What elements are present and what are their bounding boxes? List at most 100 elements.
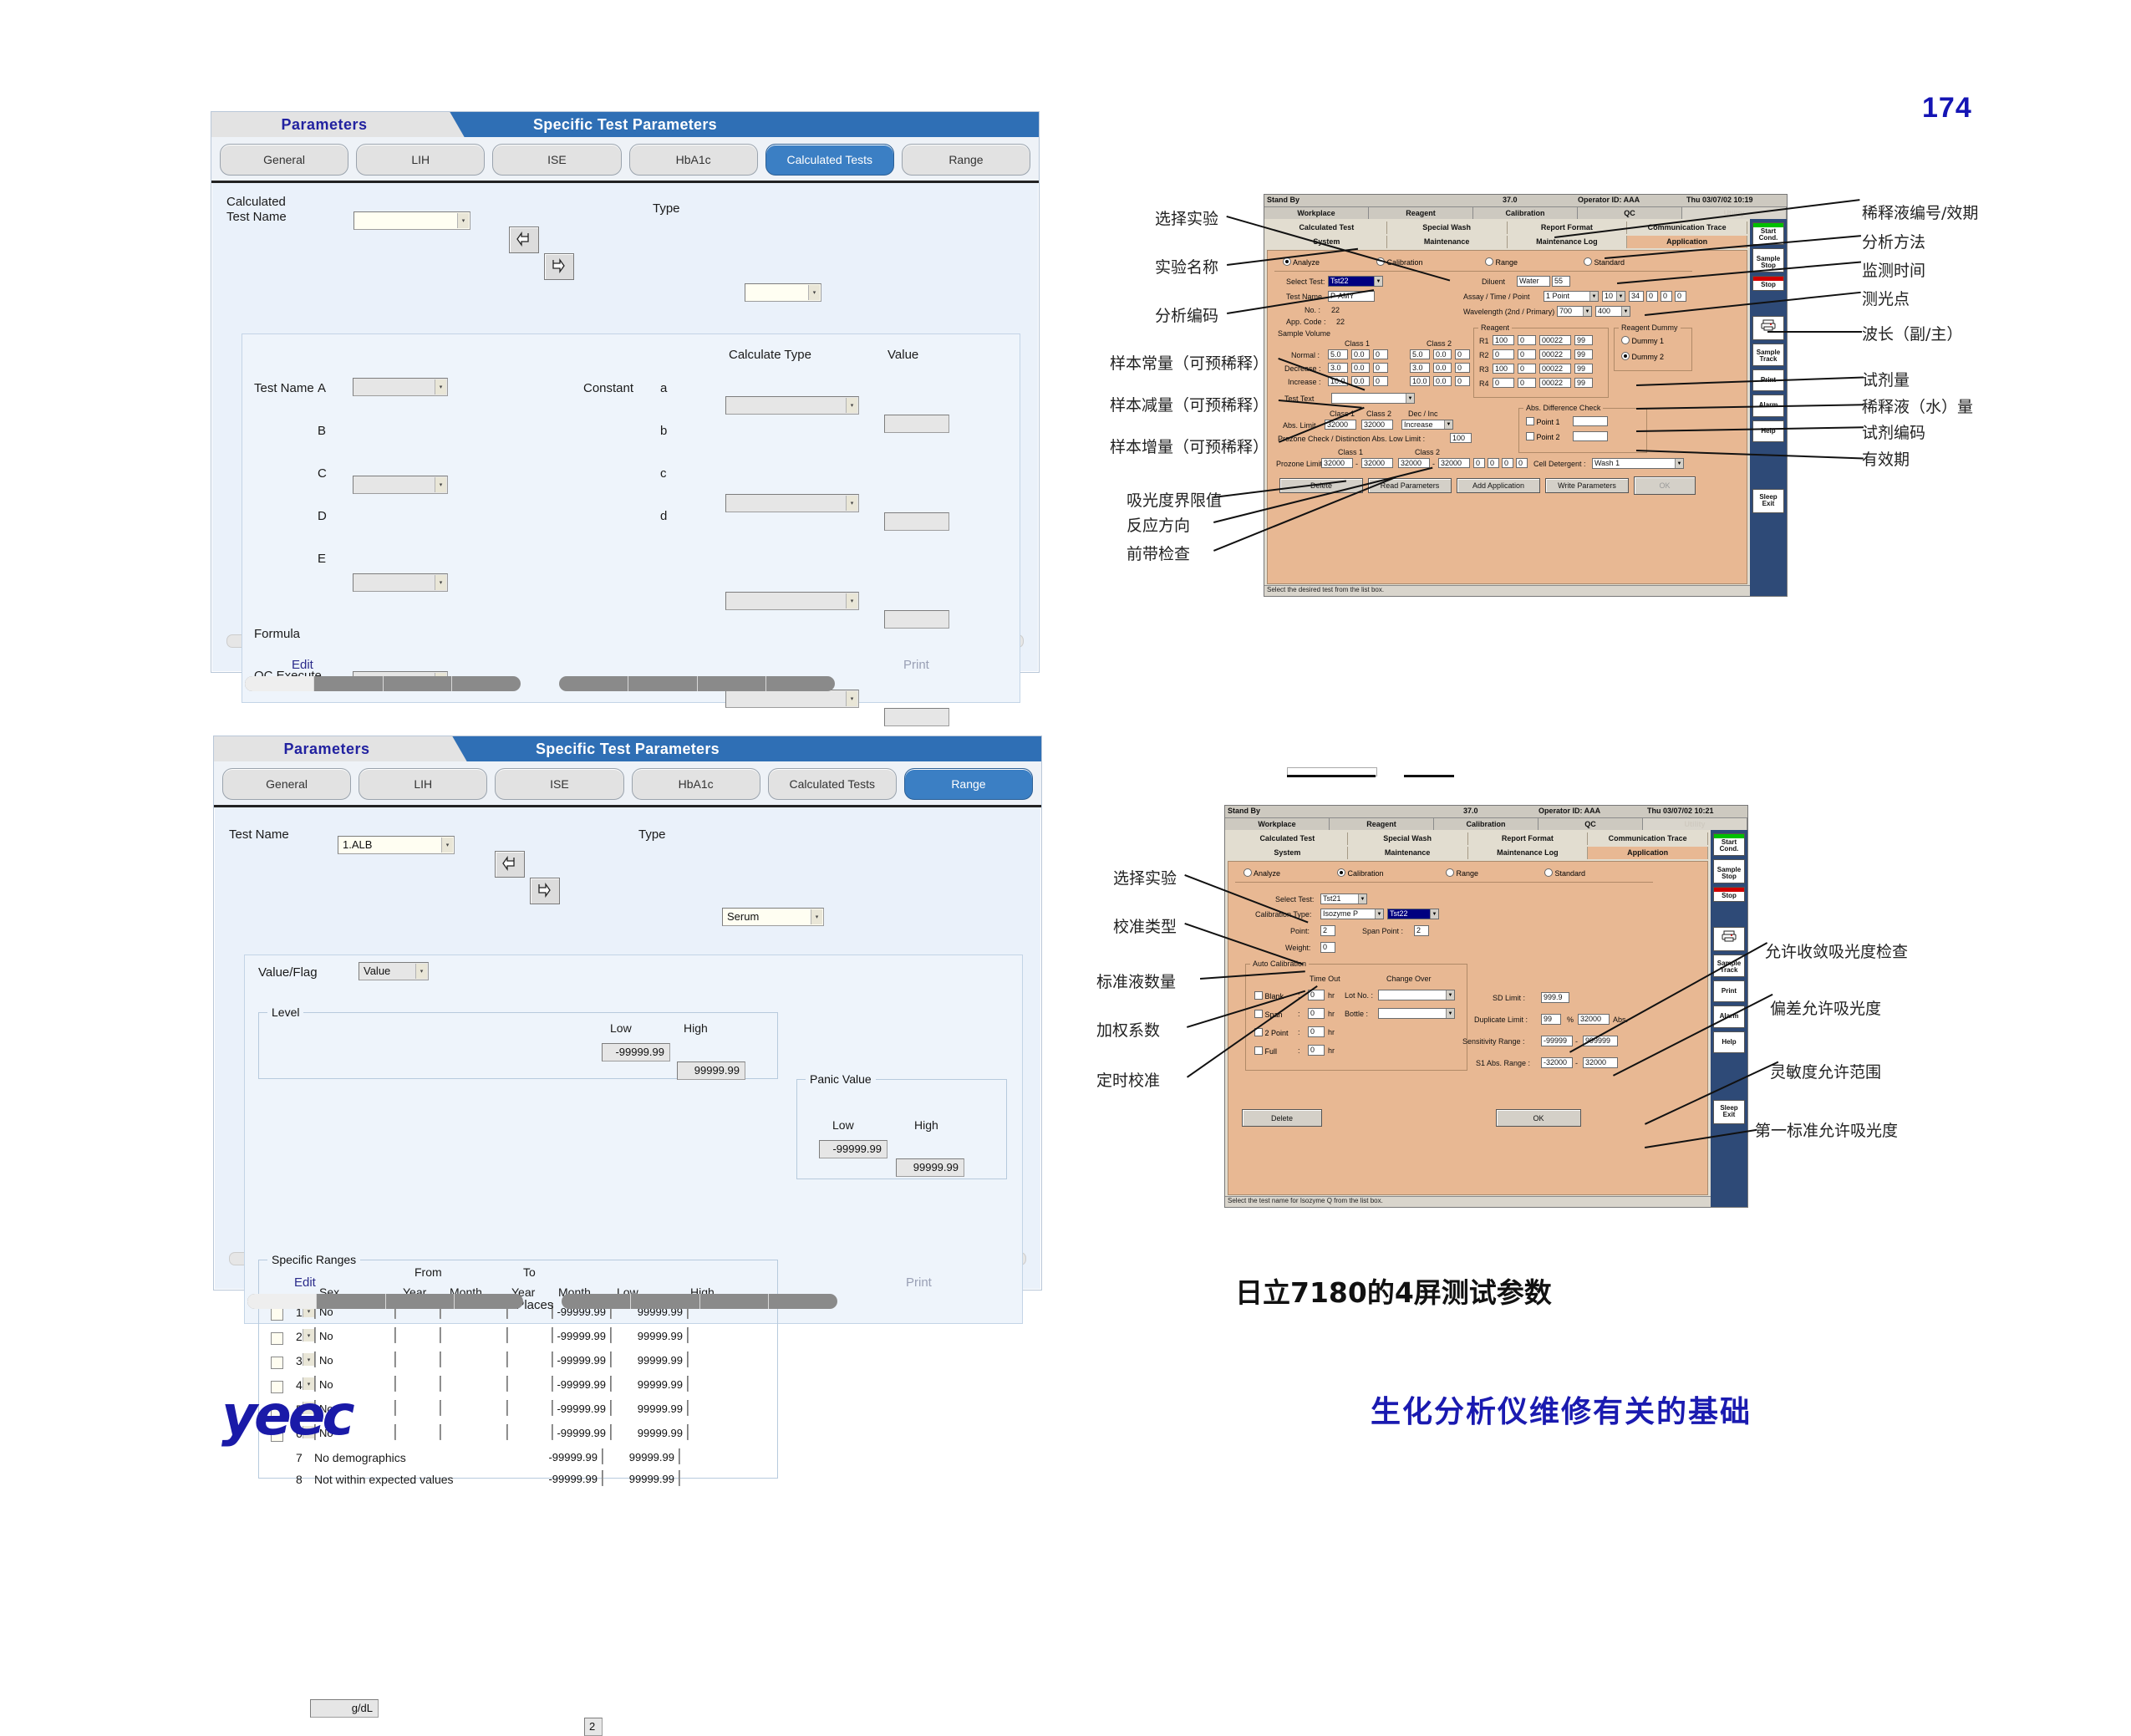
chevron-down-icon[interactable]: ▼ (1406, 394, 1414, 403)
checkbox-icon[interactable] (1526, 432, 1534, 440)
chevron-down-icon[interactable]: ▼ (1616, 292, 1625, 301)
prozone-extra-1[interactable]: 0 (1473, 458, 1485, 468)
chevron-down-icon[interactable]: ▾ (846, 398, 857, 413)
tab-calculated-tests[interactable]: Calculated Tests (767, 768, 897, 800)
row-5-to-year[interactable] (506, 1400, 508, 1416)
fkey-7[interactable] (700, 1294, 770, 1309)
chevron-down-icon[interactable]: ▾ (846, 593, 857, 608)
sv-normal-c2-b[interactable]: 0.0 (1433, 349, 1452, 359)
dummy-1-radio[interactable]: Dummy 1 (1621, 336, 1664, 345)
sv-normal-c2-c[interactable]: 0 (1455, 349, 1470, 359)
fkey-4[interactable] (452, 676, 521, 691)
reagent-r3-code[interactable]: 00022 (1539, 364, 1571, 374)
weight-input[interactable]: 0 (1320, 942, 1335, 953)
sample-stop-button[interactable]: Sample Stop (1713, 858, 1745, 883)
row-8-high[interactable]: 99999.99 (629, 1470, 680, 1486)
sv-normal-c1-a[interactable]: 5.0 (1328, 349, 1348, 359)
main-tab-calibration[interactable]: Calibration (1434, 818, 1538, 831)
s1-abs-low-input[interactable]: -32000 (1541, 1057, 1573, 1068)
prozone-extra-2[interactable]: 0 (1488, 458, 1499, 468)
sleep-exit-button[interactable]: Sleep Exit (1713, 1099, 1745, 1124)
sub-tab-report-format[interactable]: Report Format (1508, 221, 1628, 234)
calculated-test-name-input[interactable]: ▾ (353, 211, 470, 230)
chevron-down-icon[interactable]: ▼ (1375, 909, 1383, 919)
prozone-c2-high[interactable]: 32000 (1438, 458, 1470, 468)
row-3-to-month[interactable] (552, 1352, 553, 1367)
sub-tab-calculated-test[interactable]: Calculated Test (1228, 832, 1348, 845)
mode-radio-range[interactable]: Range (1446, 868, 1478, 878)
fkey-6[interactable] (631, 1294, 700, 1309)
row-2-to-month[interactable] (552, 1327, 553, 1343)
reagent-r3-d[interactable]: 0 (1518, 364, 1536, 374)
main-tab-reagent[interactable]: Reagent (1330, 818, 1434, 831)
main-tab-calibration[interactable]: Calibration (1473, 207, 1578, 220)
chevron-down-icon[interactable]: ▾ (415, 964, 427, 979)
main-tab-qc[interactable]: QC (1578, 207, 1682, 220)
tab-ise[interactable]: ISE (495, 768, 624, 800)
chevron-down-icon[interactable]: ▾ (441, 837, 453, 853)
test-select-B[interactable]: ▾ (353, 476, 448, 494)
panic-low-input[interactable]: -99999.99 (819, 1140, 887, 1158)
calibration-type-input[interactable]: Isozyme P ▼ (1320, 909, 1384, 919)
row-5-low[interactable]: -99999.99 (557, 1400, 612, 1416)
level-low-input[interactable]: -99999.99 (602, 1043, 670, 1061)
sample-track-button[interactable]: Sample Track (1752, 343, 1784, 366)
value-a[interactable] (884, 415, 949, 433)
main-tab-qc[interactable]: QC (1538, 818, 1643, 831)
auto-full-hr-input[interactable]: 0 (1308, 1045, 1325, 1056)
sub-tab-report-format[interactable]: Report Format (1468, 832, 1589, 845)
checkbox-icon[interactable] (1254, 991, 1263, 1000)
test-text-input[interactable]: ▼ (1331, 393, 1415, 404)
function-key-bar-right[interactable] (559, 676, 835, 691)
row-2-to-year[interactable] (506, 1327, 508, 1343)
abs-diff-point1[interactable]: Point 1 (1526, 417, 1560, 426)
assay-point-4[interactable]: 0 (1675, 291, 1686, 302)
radio-off-icon[interactable] (1485, 257, 1493, 266)
fkey-3[interactable] (386, 1294, 455, 1309)
test-select-A[interactable]: ▾ (353, 378, 448, 396)
tab-ise[interactable]: ISE (492, 144, 622, 176)
reagent-r2-vol[interactable]: 0 (1493, 349, 1514, 359)
assay-time-input[interactable]: 10 ▼ (1602, 291, 1625, 302)
reagent-r4-d[interactable]: 0 (1518, 378, 1536, 388)
chevron-down-icon[interactable]: ▼ (1621, 307, 1630, 316)
checkbox-icon[interactable] (1526, 417, 1534, 425)
mode-radio-analyze[interactable]: Analyze (1283, 257, 1320, 267)
fkey-5[interactable] (562, 1294, 631, 1309)
prozone-extra-3[interactable]: 0 (1502, 458, 1513, 468)
sub-tab-maintenance-log[interactable]: Maintenance Log (1508, 236, 1628, 248)
stop-button[interactable]: Stop (1752, 275, 1784, 291)
fkey-2[interactable] (314, 676, 384, 691)
checkbox-icon[interactable] (1254, 1010, 1263, 1018)
abs-diff-point2-input[interactable] (1573, 431, 1608, 441)
row-2-from-month[interactable] (440, 1327, 441, 1343)
tab-general[interactable]: General (222, 768, 352, 800)
sv-decrease-c1-a[interactable]: 3.0 (1328, 363, 1348, 373)
radio-on-icon[interactable] (1337, 868, 1345, 877)
chevron-down-icon[interactable]: ▾ (808, 285, 820, 300)
abs-diff-point1-input[interactable] (1573, 416, 1608, 426)
lot-no-input[interactable]: ▼ (1378, 990, 1455, 1000)
delete-button[interactable]: Delete (1279, 478, 1363, 493)
row-4-from-month[interactable] (440, 1376, 441, 1392)
tab-range[interactable]: Range (901, 144, 1031, 176)
ok-button[interactable]: OK (1634, 476, 1696, 495)
level-high-input[interactable]: 99999.99 (677, 1061, 745, 1080)
auto-full-row[interactable]: Full (1254, 1046, 1277, 1056)
unit-input[interactable]: g/dL (310, 1699, 379, 1718)
calc-type-a[interactable]: ▾ (725, 396, 859, 415)
auto-2point-row[interactable]: 2 Point (1254, 1028, 1289, 1037)
fkey-4[interactable] (455, 1294, 523, 1309)
chevron-down-icon[interactable]: ▼ (1444, 420, 1452, 429)
prozone-c1-high[interactable]: 32000 (1361, 458, 1393, 468)
reagent-r1-exp[interactable]: 99 (1574, 335, 1593, 345)
radio-off-icon[interactable] (1621, 336, 1630, 344)
radio-off-icon[interactable] (1584, 257, 1592, 266)
tab-lih[interactable]: LIH (359, 768, 488, 800)
diluent-input[interactable]: Water (1517, 276, 1550, 287)
row-6-high[interactable]: 99999.99 (638, 1424, 689, 1440)
start-cond-button[interactable]: Start Cond. (1713, 833, 1745, 856)
prozone-c2-low[interactable]: 32000 (1398, 458, 1430, 468)
s1-abs-high-input[interactable]: 32000 (1583, 1057, 1618, 1068)
sv-normal-c1-c[interactable]: 0 (1373, 349, 1388, 359)
